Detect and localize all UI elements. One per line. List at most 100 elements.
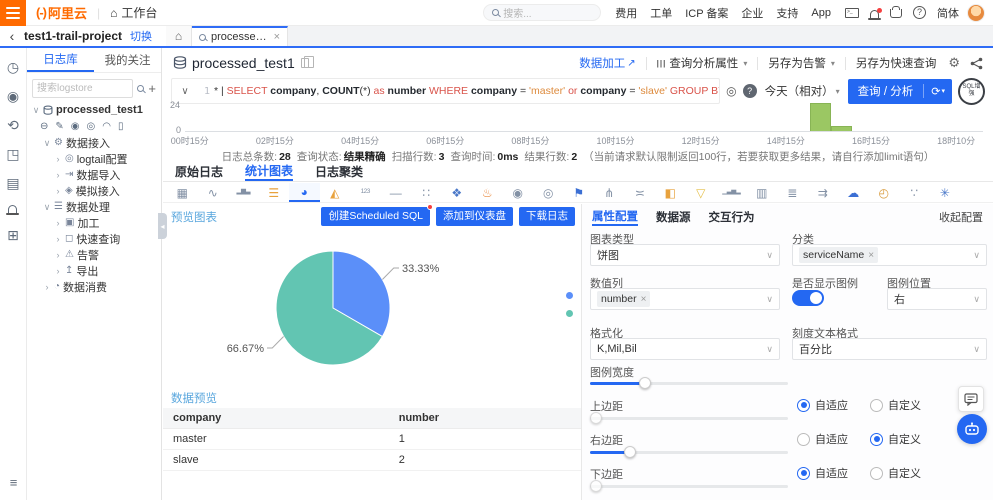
share-icon[interactable] <box>970 57 983 70</box>
china-map-icon[interactable]: ❖ <box>442 183 473 202</box>
tree-item-导出[interactable]: ›↥导出 <box>27 263 161 279</box>
close-icon[interactable]: × <box>274 31 280 43</box>
sidebar-collapse-handle[interactable]: ◂ <box>158 213 167 239</box>
search-minus-icon[interactable]: ⊖ <box>40 122 48 132</box>
hamburger-menu-icon[interactable] <box>0 0 26 26</box>
expand-arrow-icon[interactable]: › <box>54 266 62 276</box>
back-chevron-icon[interactable]: ‹ <box>0 26 24 46</box>
expand-arrow-icon[interactable]: › <box>54 170 62 180</box>
flag-map-icon[interactable]: ⚑ <box>564 183 595 202</box>
table-icon[interactable]: ▦ <box>167 183 198 202</box>
dot-plot-icon[interactable]: ∵ <box>899 183 930 202</box>
histogram-icon[interactable]: ▁▃▅▂ <box>716 183 747 202</box>
flame-icon[interactable]: ♨ <box>472 183 503 202</box>
auto-refresh-icon[interactable]: ⟳ <box>924 85 952 98</box>
notification-bell-icon[interactable] <box>870 10 879 18</box>
tree-item-数据导入[interactable]: ›⇥数据导入 <box>27 167 161 183</box>
funnel-icon[interactable]: ▽ <box>686 183 717 202</box>
remove-tag-icon[interactable]: × <box>868 250 874 261</box>
result-tab-日志聚类[interactable]: 日志聚类 <box>315 162 363 181</box>
legend-position-select[interactable]: 右 <box>887 288 987 310</box>
expand-arrow-icon[interactable]: › <box>54 186 62 196</box>
bar-chart-icon[interactable]: ▂▆▃ <box>228 183 259 202</box>
home-tab[interactable]: ⌂ <box>166 26 192 46</box>
query-input[interactable]: ∨ 1 * | SELECT company, COUNT(*) as numb… <box>171 78 720 104</box>
tree-item-快速查询[interactable]: ›◻快速查询 <box>27 231 161 247</box>
tree-item-数据消费[interactable]: ›◔数据消费 <box>27 279 161 295</box>
expand-arrow-icon[interactable]: ∨ <box>43 202 51 213</box>
config-tab-属性配置[interactable]: 属性配置 <box>592 207 638 226</box>
column-header-company[interactable]: company <box>163 408 389 429</box>
matrix-icon[interactable]: ▥ <box>747 183 778 202</box>
chevron-down-icon[interactable]: ∨ <box>172 86 198 97</box>
slider-thumb[interactable] <box>639 377 651 389</box>
tornado-icon[interactable]: ≍ <box>625 183 656 202</box>
log-histogram[interactable]: 240 <box>185 104 983 132</box>
strip-bars-icon[interactable]: ☰ <box>259 183 290 202</box>
radio-adaptive[interactable] <box>797 399 810 412</box>
config-tab-数据源[interactable]: 数据源 <box>656 207 691 226</box>
tab-processed-test1[interactable]: processed_t... × <box>192 26 288 46</box>
copy-icon[interactable] <box>301 58 309 68</box>
scope-icon[interactable]: ◎ <box>87 122 96 132</box>
margin-slider-下边距[interactable] <box>590 485 788 488</box>
value-column-select[interactable]: number× <box>590 288 780 310</box>
slider-thumb[interactable] <box>624 446 636 458</box>
category-select[interactable]: serviceName× <box>792 244 987 266</box>
search-log-icon[interactable]: ◉ <box>7 89 19 103</box>
area-chart-icon[interactable]: ◭ <box>320 183 351 202</box>
margin-slider-右边距[interactable] <box>590 451 788 454</box>
expand-arrow-icon[interactable]: › <box>43 282 51 292</box>
config-tab-交互行为[interactable]: 交互行为 <box>709 207 755 226</box>
histogram-bar[interactable] <box>810 103 831 131</box>
feedback-button[interactable] <box>958 386 984 412</box>
scatter-icon[interactable]: ∷ <box>411 183 442 202</box>
margin-slider-上边距[interactable] <box>590 417 788 420</box>
result-tab-原始日志[interactable]: 原始日志 <box>175 162 223 181</box>
single-value-icon[interactable]: 123 <box>350 183 381 202</box>
eye-icon[interactable]: ◎ <box>726 84 736 98</box>
slider-thumb[interactable] <box>590 480 602 492</box>
cross-table-icon[interactable]: ≣ <box>777 183 808 202</box>
collapse-list-icon[interactable]: ≡ <box>0 475 27 490</box>
result-tab-统计图表[interactable]: 统计图表 <box>245 162 293 181</box>
legend-dot-slave[interactable] <box>566 310 573 317</box>
dashboard-gauge-icon[interactable]: ◠ <box>102 122 111 132</box>
project-name[interactable]: test1-trail-project <box>24 26 122 46</box>
topbar-link[interactable]: 支持 <box>776 5 798 21</box>
cart-icon[interactable] <box>890 9 902 18</box>
legend-dot-master[interactable] <box>566 292 573 299</box>
button-添加到仪表盘[interactable]: 添加到仪表盘 <box>436 207 513 226</box>
tree-item-数据处理[interactable]: ∨☰数据处理 <box>27 199 161 215</box>
search-icon[interactable] <box>137 85 144 92</box>
radio-custom[interactable] <box>870 399 883 412</box>
avatar[interactable] <box>967 4 985 22</box>
global-search-input[interactable]: 搜索... <box>483 4 601 21</box>
logstore-search-input[interactable] <box>32 79 133 98</box>
overview-clock-icon[interactable]: ◷ <box>7 60 19 74</box>
data-process-link[interactable]: 数据加工↗ <box>579 55 635 71</box>
topbar-link[interactable]: App <box>811 7 831 19</box>
category-tag[interactable]: serviceName× <box>799 247 878 263</box>
sankey-icon[interactable]: ⋔ <box>594 183 625 202</box>
help-icon[interactable]: ? <box>743 84 757 98</box>
radio-custom[interactable] <box>870 433 883 446</box>
sidebar-tab-日志库[interactable]: 日志库 <box>27 48 94 72</box>
topbar-link[interactable]: 企业 <box>741 5 763 21</box>
topbar-link[interactable]: 工单 <box>650 5 672 21</box>
word-cloud-icon[interactable]: ☁ <box>838 183 869 202</box>
topbar-link[interactable]: ICP 备案 <box>685 5 728 21</box>
progress-bar-icon[interactable]: — <box>381 183 412 202</box>
line-chart-icon[interactable]: ∿ <box>198 183 229 202</box>
treemap-icon[interactable]: ◧ <box>655 183 686 202</box>
radar-icon[interactable]: ◎ <box>533 183 564 202</box>
value-tag[interactable]: number× <box>597 291 650 307</box>
button-创建Scheduled SQL[interactable]: 创建Scheduled SQL <box>321 207 430 226</box>
sidebar-tab-我的关注[interactable]: 我的关注 <box>94 48 161 72</box>
cloudshell-icon[interactable]: >_ <box>845 8 859 18</box>
chart-type-select[interactable]: 饼图 <box>590 244 780 266</box>
expand-arrow-icon[interactable]: › <box>54 234 62 244</box>
tick-format-select[interactable]: 百分比 <box>792 338 987 360</box>
resource-package-icon[interactable]: ◳ <box>6 147 19 161</box>
radio-custom[interactable] <box>870 467 883 480</box>
